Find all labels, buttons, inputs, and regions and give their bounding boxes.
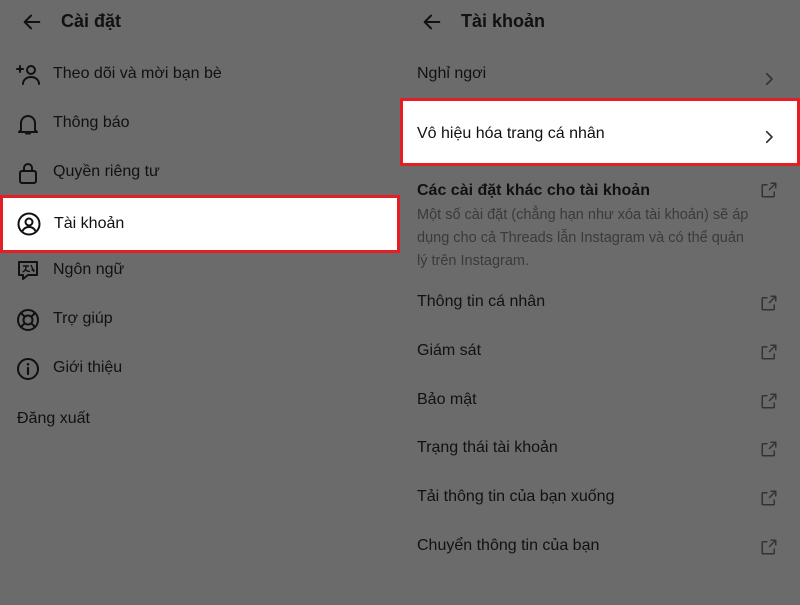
account-circle-icon	[17, 212, 41, 236]
menu-item-label: Trợ giúp	[53, 310, 113, 327]
menu-item-label: Quyền riêng tư	[53, 163, 160, 180]
page-title: Cài đặt	[61, 11, 122, 31]
account-header: Tài khoản	[400, 0, 800, 44]
link-personal-info[interactable]: Thông tin cá nhân	[400, 279, 800, 325]
menu-item-label: Tài khoản	[54, 215, 125, 232]
logout-link[interactable]: Đăng xuất	[17, 410, 90, 428]
external-link-icon	[761, 393, 777, 409]
page-title: Tài khoản	[461, 11, 546, 31]
account-panel: Tài khoản Nghỉ ngơi Vô hiệu hóa trang cá…	[400, 0, 800, 605]
menu-item-label: Giới thiệu	[53, 359, 123, 376]
chevron-right-icon	[765, 130, 773, 144]
menu-item-language[interactable]: Ngôn ngữ	[0, 248, 400, 294]
menu-item-help[interactable]: Trợ giúp	[0, 297, 400, 343]
link-label: Trạng thái tài khoản	[417, 439, 558, 456]
chevron-right-icon	[765, 72, 773, 86]
language-icon	[18, 261, 38, 280]
link-transfer-info[interactable]: Chuyển thông tin của bạn	[400, 523, 800, 569]
settings-panel: Cài đặt Theo dõi và mời bạn bè Thông báo…	[0, 0, 400, 605]
account-item-take-a-break[interactable]: Nghỉ ngơi	[400, 52, 800, 98]
link-security[interactable]: Bảo mật	[400, 377, 800, 423]
settings-header: Cài đặt	[0, 0, 400, 44]
bell-icon	[18, 115, 38, 135]
menu-item-label: Theo dõi và mời bạn bè	[53, 65, 222, 82]
link-label: Bảo mật	[417, 391, 477, 408]
external-link-icon	[761, 441, 777, 457]
group-description: Một số cài đặt (chẳng hạn như xóa tài kh…	[417, 207, 749, 269]
menu-item-label: Thông báo	[53, 114, 130, 131]
link-label: Giám sát	[417, 342, 482, 359]
account-item-deactivate-profile[interactable]: Vô hiệu hóa trang cá nhân	[400, 98, 800, 166]
external-link-icon	[761, 539, 777, 555]
menu-item-privacy[interactable]: Quyền riêng tư	[0, 150, 400, 196]
menu-item-notifications[interactable]: Thông báo	[0, 101, 400, 147]
link-account-status[interactable]: Trạng thái tài khoản	[400, 425, 800, 471]
back-arrow-icon[interactable]	[21, 11, 43, 33]
account-item-label: Vô hiệu hóa trang cá nhân	[417, 125, 605, 142]
link-label: Tải thông tin của bạn xuống	[417, 488, 615, 505]
link-label: Chuyển thông tin của bạn	[417, 537, 600, 554]
menu-item-about[interactable]: Giới thiệu	[0, 346, 400, 392]
menu-item-account[interactable]: Tài khoản	[0, 195, 400, 253]
link-supervision[interactable]: Giám sát	[400, 328, 800, 374]
external-link-icon	[761, 182, 777, 198]
info-icon	[17, 358, 39, 380]
lifebuoy-icon	[17, 309, 39, 331]
external-link-icon	[761, 344, 777, 360]
menu-item-follow-invite[interactable]: Theo dõi và mời bạn bè	[0, 52, 400, 98]
account-item-label: Nghỉ ngơi	[417, 65, 487, 82]
group-title: Các cài đặt khác cho tài khoản	[417, 182, 650, 199]
link-download-info[interactable]: Tải thông tin của bạn xuống	[400, 474, 800, 520]
lock-icon	[19, 163, 37, 184]
menu-item-label: Ngôn ngữ	[53, 261, 125, 278]
back-arrow-icon[interactable]	[421, 11, 443, 33]
link-label: Thông tin cá nhân	[417, 293, 546, 310]
external-link-icon	[761, 490, 777, 506]
external-link-icon	[761, 295, 777, 311]
add-person-icon	[16, 65, 40, 85]
